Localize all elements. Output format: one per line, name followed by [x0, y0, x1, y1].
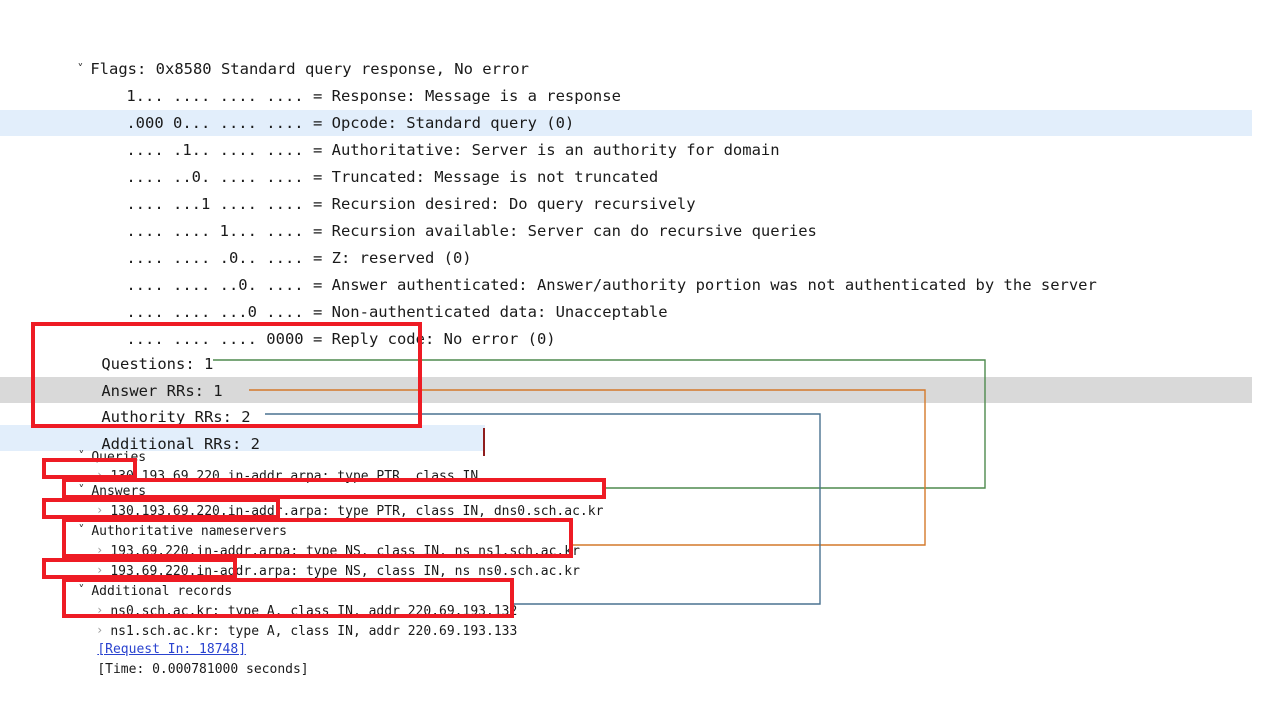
flag-bit-row[interactable]: 1... .... .... .... = Response: Message …: [89, 57, 621, 105]
text-caret: [483, 428, 485, 456]
time-row[interactable]: [Time: 0.000781000 seconds]: [66, 637, 308, 677]
flag-bit-row[interactable]: .... .... 1... .... = Recursion availabl…: [89, 192, 817, 240]
annotation-box-additional-record-rows: [62, 578, 514, 618]
flag-bit-row[interactable]: .... ..0. .... .... = Truncated: Message…: [89, 138, 658, 186]
flags-header-row[interactable]: ˅ Flags: 0x8580 Standard query response, …: [40, 30, 529, 78]
annotation-box-rr-counts: [31, 322, 422, 428]
flag-bit-row-authoritative[interactable]: .... .1.. .... .... = Authoritative: Ser…: [89, 111, 779, 159]
flag-bit-row[interactable]: .000 0... .... .... = Opcode: Standard q…: [89, 84, 574, 132]
annotation-box-additional-records-label: [42, 558, 237, 579]
flag-bit-row[interactable]: .... .... .0.. .... = Z: reserved (0): [89, 219, 471, 267]
annotation-box-authoritative-nameservers-label: [42, 498, 280, 519]
annotation-box-answers-record: [62, 478, 606, 499]
flag-bit-row[interactable]: .... ...1 .... .... = Recursion desired:…: [89, 165, 695, 213]
time-label: [Time: 0.000781000 seconds]: [97, 662, 309, 677]
annotation-box-answers-label: [42, 458, 137, 479]
flag-bit-row[interactable]: .... .... ...0 .... = Non-authenticated …: [89, 273, 667, 321]
flag-bit-row[interactable]: .... .... ..0. .... = Answer authenticat…: [89, 246, 1097, 294]
annotation-box-nameserver-records: [62, 518, 573, 558]
